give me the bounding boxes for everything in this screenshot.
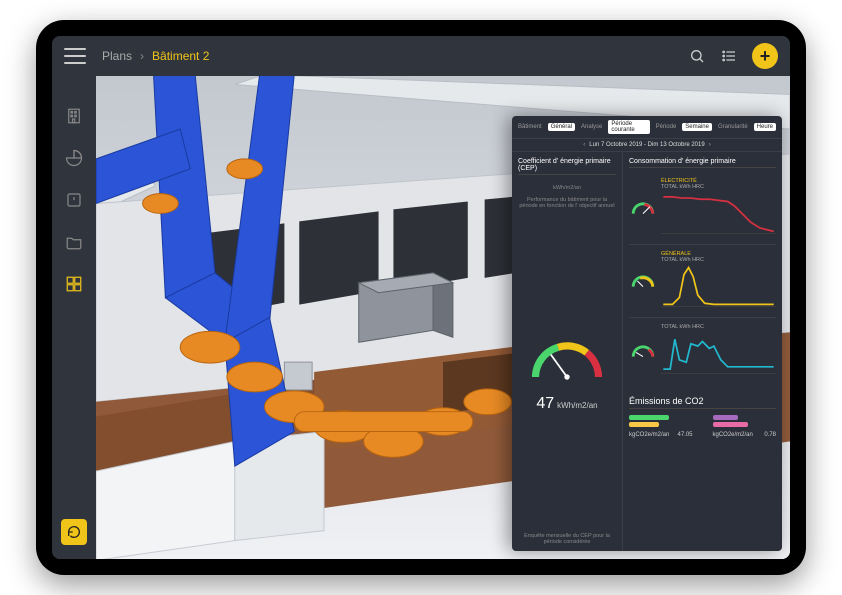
line-chart-elec [661, 190, 776, 236]
breadcrumb-current[interactable]: Bâtiment 2 [152, 49, 209, 63]
layout-icon[interactable] [64, 274, 84, 294]
pie-chart-icon[interactable] [64, 148, 84, 168]
mini-gauge-icon [629, 198, 657, 218]
date-next-icon[interactable]: › [709, 142, 711, 148]
app-screen: Plans › Bâtiment 2 + [52, 36, 790, 559]
filter-label-granularite: Granularité [718, 124, 748, 130]
main: Bâtiment Général Analyse Période courant… [52, 76, 790, 559]
conso-row-elec: ÉLECTRICITÉ TOTAL kWh HRC [629, 178, 776, 245]
co2-title: Émissions de CO2 [629, 396, 776, 409]
co2-section: Émissions de CO2 kgCO2e/m2/an 47.05 [629, 390, 776, 444]
co2-bar-right: kgCO2e/m2/an 0.78 [713, 415, 777, 438]
sidebar [52, 76, 96, 559]
exit-icon[interactable] [64, 190, 84, 210]
conso-row-tertiary: TOTAL kWh HRC [629, 324, 776, 384]
filter-batiment[interactable]: Général [548, 123, 575, 131]
cep-number: 47 [536, 395, 554, 413]
filter-label-batiment: Bâtiment [518, 124, 542, 130]
cep-value: 47 kWh/m2/an [536, 395, 597, 413]
mini-gauge-icon [629, 271, 657, 291]
menu-icon[interactable] [64, 48, 86, 64]
add-button[interactable]: + [752, 43, 778, 69]
co2-bar-left: kgCO2e/m2/an 47.05 [629, 415, 693, 438]
breadcrumb: Plans › Bâtiment 2 [102, 49, 209, 63]
panel-col-conso: Consommation d' énergie primaire ÉLECTRI… [623, 152, 782, 551]
panel-filters: Bâtiment Général Analyse Période courant… [512, 116, 782, 139]
topbar: Plans › Bâtiment 2 + [52, 36, 790, 76]
line-chart-general [661, 263, 776, 309]
cep-sub2: Performance du bâtiment pour la période … [518, 197, 616, 209]
energy-panel: Bâtiment Général Analyse Période courant… [512, 116, 782, 551]
date-prev-icon[interactable]: ‹ [583, 142, 585, 148]
cep-title: Coefficient d' énergie primaire (CEP) [518, 158, 616, 175]
co2-bar [629, 415, 669, 420]
panel-col-cep: Coefficient d' énergie primaire (CEP) kW… [512, 152, 623, 551]
conso-row-general: GÉNÉRALE TOTAL kWh HRC [629, 251, 776, 318]
co2-left-label: kgCO2e/m2/an [629, 432, 669, 438]
filter-periode[interactable]: Semaine [682, 123, 712, 131]
filter-label-analyse: Analyse [581, 124, 602, 130]
co2-bar [629, 422, 659, 427]
chevron-right-icon: › [140, 49, 144, 63]
co2-bar [713, 415, 738, 420]
conso-title: Consommation d' énergie primaire [629, 158, 776, 168]
mini-gauge-icon [629, 341, 657, 361]
date-nav: ‹ Lun 7 Octobre 2019 - Dim 13 Octobre 20… [512, 139, 782, 152]
co2-right-label: kgCO2e/m2/an [713, 432, 753, 438]
cep-unit: kWh/m2/an [557, 401, 597, 410]
co2-bar [713, 422, 748, 427]
filter-label-periode: Période [656, 124, 677, 130]
list-icon[interactable] [720, 47, 738, 65]
line-chart-tertiary [661, 330, 776, 376]
refresh-button[interactable] [61, 519, 87, 545]
model-viewport[interactable]: Bâtiment Général Analyse Période courant… [96, 76, 790, 559]
tablet-frame: Plans › Bâtiment 2 + [36, 20, 806, 575]
cep-sub1: kWh/m2/an [518, 185, 616, 191]
co2-right-value: 0.78 [764, 432, 776, 438]
filter-analyse[interactable]: Période courante [608, 120, 649, 134]
building-icon[interactable] [64, 106, 84, 126]
filter-granularite[interactable]: Heure [754, 123, 776, 131]
breadcrumb-root[interactable]: Plans [102, 49, 132, 63]
co2-left-value: 47.05 [677, 432, 692, 438]
folder-icon[interactable] [64, 232, 84, 252]
date-range: Lun 7 Octobre 2019 - Dim 13 Octobre 2019 [589, 142, 704, 148]
cep-gauge [522, 329, 612, 389]
search-icon[interactable] [688, 47, 706, 65]
cep-footnote: Enquête mensuelle du CEP pour la période… [518, 533, 616, 545]
